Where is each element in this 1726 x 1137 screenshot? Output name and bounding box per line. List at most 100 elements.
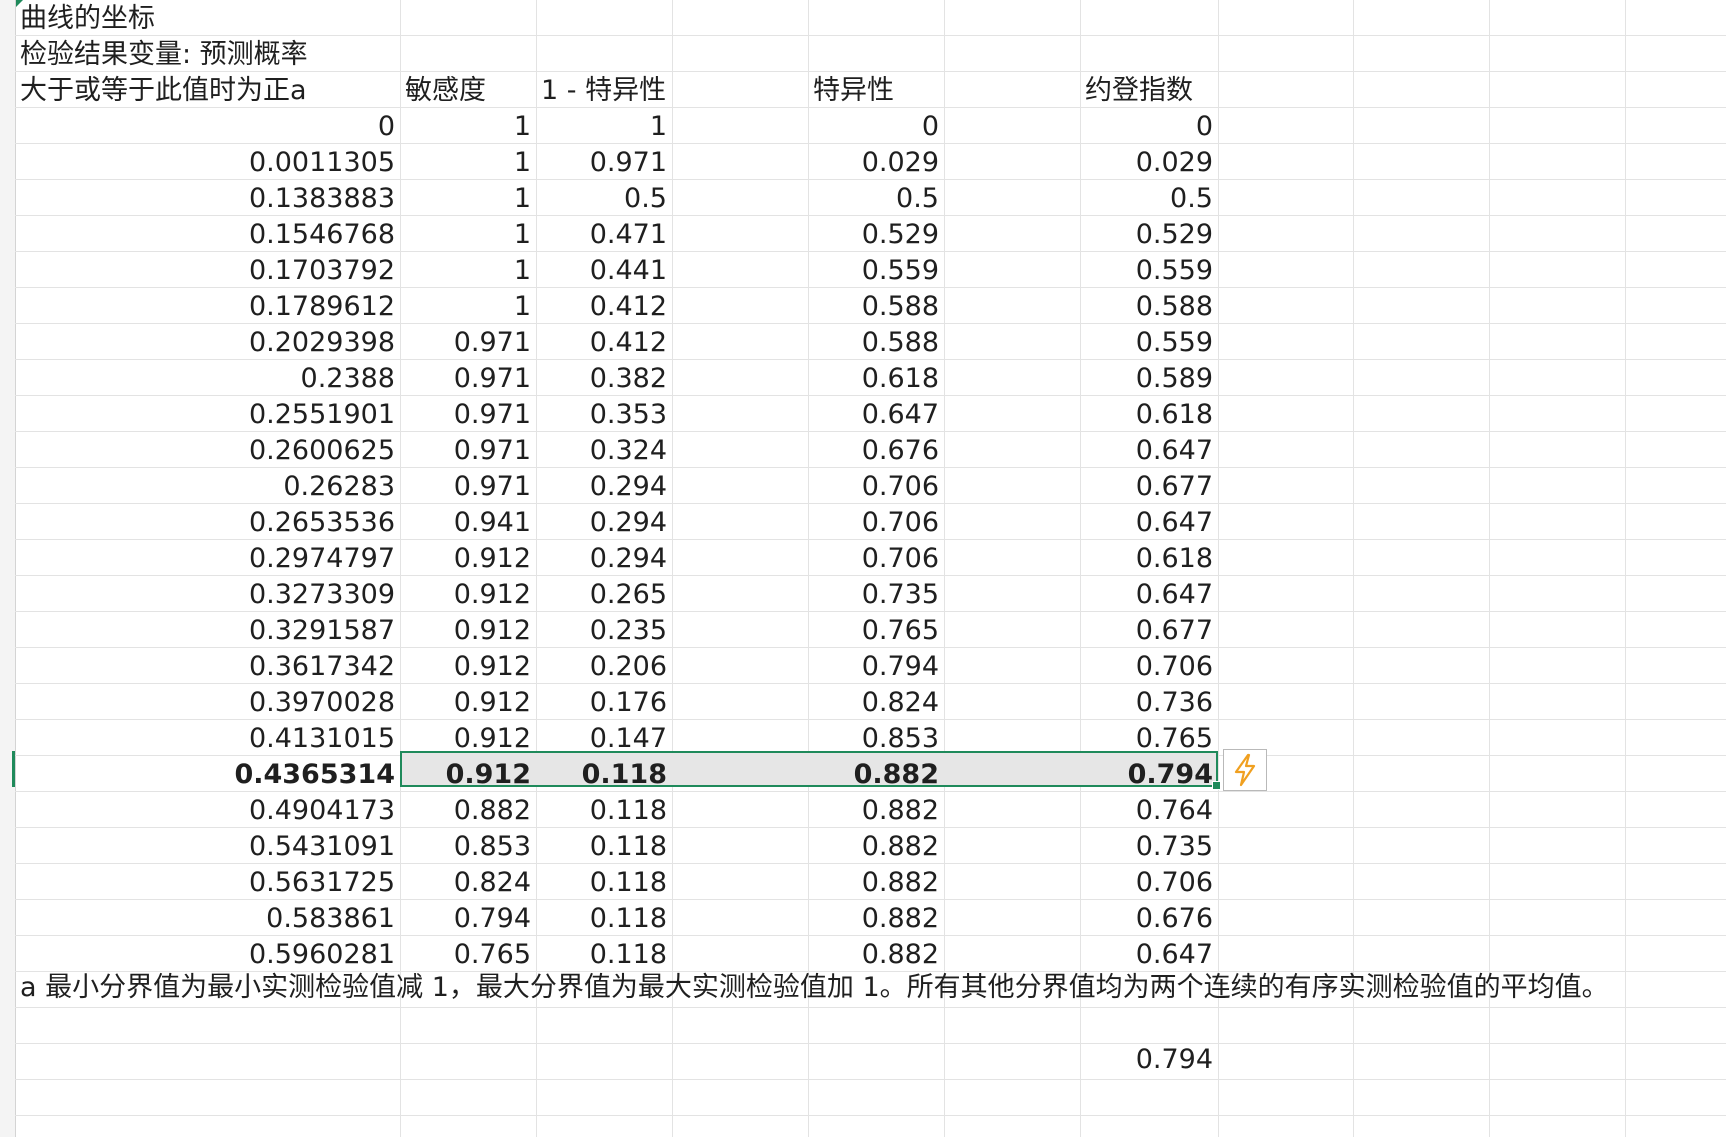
specificity-cell[interactable]: 0.882	[672, 792, 944, 828]
cutoff-cell[interactable]: 0.3970028	[15, 684, 400, 720]
specificity-cell[interactable]: 0.676	[672, 432, 944, 468]
sensitivity-cell[interactable]: 0.912	[400, 576, 536, 612]
specificity-cell[interactable]: 0.588	[672, 288, 944, 324]
one-minus-specificity-cell[interactable]: 0.353	[536, 396, 672, 432]
specificity-cell[interactable]: 0.882	[672, 756, 944, 792]
cutoff-cell[interactable]: 0.1703792	[15, 252, 400, 288]
sensitivity-cell[interactable]: 0.912	[400, 540, 536, 576]
sensitivity-cell[interactable]: 0.912	[400, 612, 536, 648]
sensitivity-cell[interactable]: 0.853	[400, 828, 536, 864]
specificity-cell[interactable]: 0.5	[672, 180, 944, 216]
specificity-cell[interactable]: 0.882	[672, 936, 944, 972]
cutoff-cell[interactable]: 0.3273309	[15, 576, 400, 612]
one-minus-specificity-cell[interactable]: 0.147	[536, 720, 672, 756]
specificity-cell[interactable]: 0.618	[672, 360, 944, 396]
specificity-cell[interactable]: 0.529	[672, 216, 944, 252]
specificity-cell[interactable]: 0.882	[672, 864, 944, 900]
one-minus-specificity-cell[interactable]: 0.441	[536, 252, 672, 288]
one-minus-specificity-cell[interactable]: 0.206	[536, 648, 672, 684]
specificity-cell[interactable]: 0.882	[672, 828, 944, 864]
one-minus-specificity-cell[interactable]: 0.471	[536, 216, 672, 252]
flash-fill-button[interactable]	[1223, 749, 1267, 791]
youden-index-cell[interactable]: 0.706	[944, 864, 1218, 900]
one-minus-specificity-cell[interactable]: 0.294	[536, 468, 672, 504]
youden-index-cell[interactable]: 0.647	[944, 504, 1218, 540]
cutoff-cell[interactable]: 0.1789612	[15, 288, 400, 324]
cutoff-cell[interactable]: 0.2029398	[15, 324, 400, 360]
youden-index-cell[interactable]: 0.735	[944, 828, 1218, 864]
youden-index-cell[interactable]: 0.647	[944, 432, 1218, 468]
one-minus-specificity-cell[interactable]: 0.5	[536, 180, 672, 216]
cutoff-cell[interactable]: 0.2653536	[15, 504, 400, 540]
youden-index-cell[interactable]: 0.588	[944, 288, 1218, 324]
specificity-cell[interactable]: 0.647	[672, 396, 944, 432]
specificity-cell[interactable]: 0.706	[672, 468, 944, 504]
sensitivity-cell[interactable]: 0.912	[400, 648, 536, 684]
header-specificity[interactable]: 特异性	[808, 72, 944, 108]
youden-index-cell[interactable]: 0.5	[944, 180, 1218, 216]
one-minus-specificity-cell[interactable]: 0.324	[536, 432, 672, 468]
one-minus-specificity-cell[interactable]: 0.412	[536, 324, 672, 360]
one-minus-specificity-cell[interactable]: 0.176	[536, 684, 672, 720]
specificity-cell[interactable]: 0.559	[672, 252, 944, 288]
youden-index-cell[interactable]: 0.559	[944, 252, 1218, 288]
youden-index-cell[interactable]: 0.736	[944, 684, 1218, 720]
youden-max-value[interactable]: 0.794	[1080, 1041, 1218, 1077]
specificity-cell[interactable]: 0	[672, 108, 944, 144]
youden-index-cell[interactable]: 0	[944, 108, 1218, 144]
sensitivity-cell[interactable]: 0.971	[400, 396, 536, 432]
cutoff-cell[interactable]: 0.1546768	[15, 216, 400, 252]
one-minus-specificity-cell[interactable]: 0.294	[536, 540, 672, 576]
cutoff-cell[interactable]: 0	[15, 108, 400, 144]
specificity-cell[interactable]: 0.882	[672, 900, 944, 936]
sensitivity-cell[interactable]: 0.912	[400, 720, 536, 756]
sensitivity-cell[interactable]: 1	[400, 144, 536, 180]
header-one-minus-specificity[interactable]: 1 - 特异性	[536, 72, 672, 108]
cutoff-cell[interactable]: 0.0011305	[15, 144, 400, 180]
cutoff-cell[interactable]: 0.583861	[15, 900, 400, 936]
cutoff-cell[interactable]: 0.2551901	[15, 396, 400, 432]
youden-index-cell[interactable]: 0.647	[944, 936, 1218, 972]
youden-index-cell[interactable]: 0.676	[944, 900, 1218, 936]
spreadsheet-grid[interactable]: 曲线的坐标 检验结果变量: 预测概率 大于或等于此值时为正a 敏感度 1 - 特…	[0, 0, 1726, 1137]
cutoff-cell[interactable]: 0.2974797	[15, 540, 400, 576]
sensitivity-cell[interactable]: 0.971	[400, 360, 536, 396]
cutoff-cell[interactable]: 0.26283	[15, 468, 400, 504]
youden-index-cell[interactable]: 0.618	[944, 540, 1218, 576]
one-minus-specificity-cell[interactable]: 0.118	[536, 756, 672, 792]
sensitivity-cell[interactable]: 0.882	[400, 792, 536, 828]
cutoff-cell[interactable]: 0.3617342	[15, 648, 400, 684]
cutoff-cell[interactable]: 0.4365314	[15, 756, 400, 792]
youden-index-cell[interactable]: 0.765	[944, 720, 1218, 756]
sensitivity-cell[interactable]: 0.941	[400, 504, 536, 540]
sensitivity-cell[interactable]: 0.912	[400, 684, 536, 720]
sensitivity-cell[interactable]: 0.794	[400, 900, 536, 936]
one-minus-specificity-cell[interactable]: 0.118	[536, 900, 672, 936]
cutoff-cell[interactable]: 0.4131015	[15, 720, 400, 756]
youden-index-cell[interactable]: 0.029	[944, 144, 1218, 180]
footnote[interactable]: a 最小分界值为最小实测检验值减 1，最大分界值为最大实测检验值加 1。所有其他…	[15, 969, 1609, 1005]
one-minus-specificity-cell[interactable]: 0.235	[536, 612, 672, 648]
cutoff-cell[interactable]: 0.4904173	[15, 792, 400, 828]
one-minus-specificity-cell[interactable]: 1	[536, 108, 672, 144]
youden-index-cell[interactable]: 0.794	[944, 756, 1218, 792]
specificity-cell[interactable]: 0.824	[672, 684, 944, 720]
one-minus-specificity-cell[interactable]: 0.118	[536, 864, 672, 900]
one-minus-specificity-cell[interactable]: 0.412	[536, 288, 672, 324]
youden-index-cell[interactable]: 0.559	[944, 324, 1218, 360]
cutoff-cell[interactable]: 0.3291587	[15, 612, 400, 648]
specificity-cell[interactable]: 0.794	[672, 648, 944, 684]
specificity-cell[interactable]: 0.706	[672, 540, 944, 576]
one-minus-specificity-cell[interactable]: 0.265	[536, 576, 672, 612]
test-variable-label[interactable]: 检验结果变量: 预测概率	[15, 36, 615, 72]
sheet-title[interactable]: 曲线的坐标	[15, 0, 615, 36]
sensitivity-cell[interactable]: 1	[400, 108, 536, 144]
youden-index-cell[interactable]: 0.647	[944, 576, 1218, 612]
sensitivity-cell[interactable]: 1	[400, 288, 536, 324]
one-minus-specificity-cell[interactable]: 0.118	[536, 936, 672, 972]
specificity-cell[interactable]: 0.735	[672, 576, 944, 612]
sensitivity-cell[interactable]: 0.971	[400, 324, 536, 360]
youden-index-cell[interactable]: 0.589	[944, 360, 1218, 396]
specificity-cell[interactable]: 0.588	[672, 324, 944, 360]
one-minus-specificity-cell[interactable]: 0.294	[536, 504, 672, 540]
